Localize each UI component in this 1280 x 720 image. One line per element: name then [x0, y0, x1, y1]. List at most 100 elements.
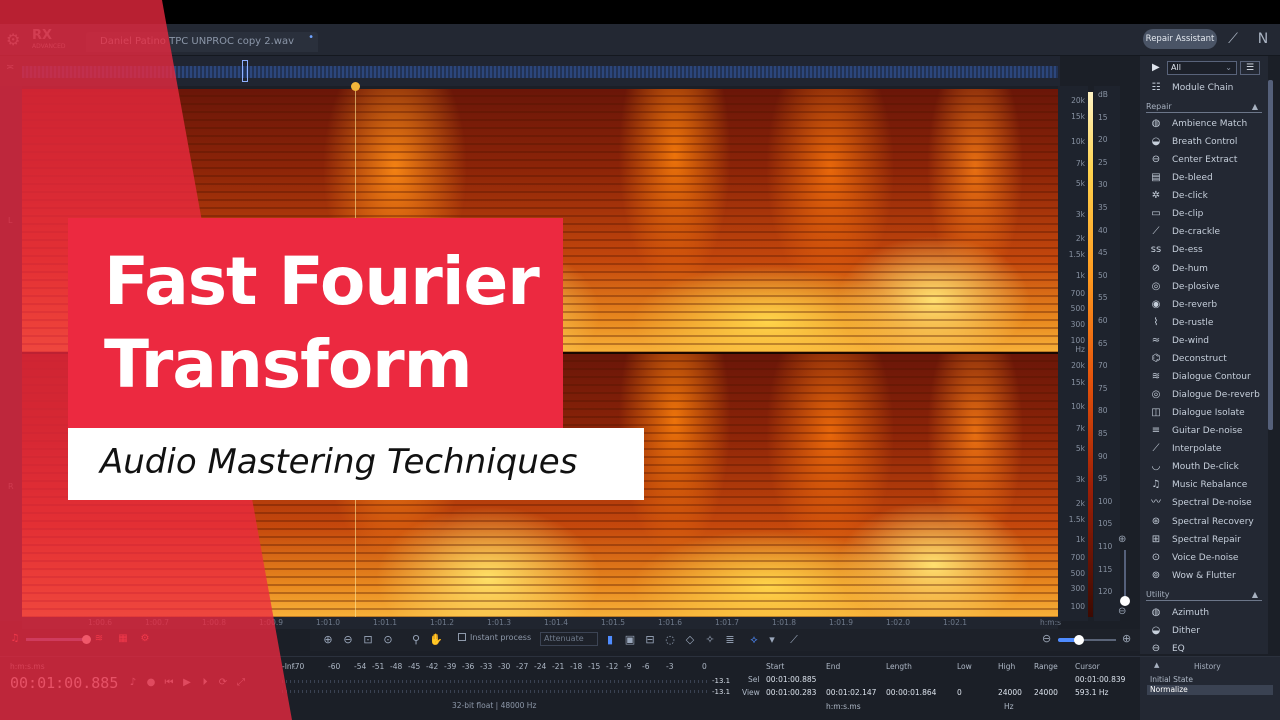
module-item-de-hum[interactable]: ⊘ De-hum [1146, 260, 1266, 278]
module-item-deconstruct[interactable]: ⌬ Deconstruct [1146, 350, 1266, 368]
view-length-value[interactable]: 00:00:01.864 [886, 688, 936, 697]
module-item-music-rebalance[interactable]: ♫ Music Rebalance [1146, 476, 1266, 494]
repair-section-header[interactable]: Repair ▲ [1146, 101, 1262, 113]
rewind-icon[interactable]: ⏮ [162, 676, 176, 690]
hand-tool-icon[interactable]: ✋ [428, 632, 444, 648]
find-similar-icon[interactable]: ⟡ [746, 632, 762, 648]
module-item-interpolate[interactable]: ⟋ Interpolate [1146, 440, 1266, 458]
time-frequency-selection-icon[interactable]: ▣ [622, 632, 638, 648]
spectrogram-mode-icon[interactable]: ▦ [116, 632, 130, 646]
record-icon[interactable]: ● [144, 676, 158, 690]
module-item-center-extract[interactable]: ⊖ Center Extract [1146, 151, 1266, 169]
module-item-de-crackle[interactable]: ⟋ De-crackle [1146, 223, 1266, 241]
module-item-dialogue-de-reverb[interactable]: ◎ Dialogue De-reverb [1146, 386, 1266, 404]
module-item-voice-de-noise[interactable]: ⊙ Voice De-noise [1146, 549, 1266, 567]
module-filter-select[interactable]: All ⌄ [1167, 61, 1237, 75]
zoom-fit-icon[interactable]: ⊙ [380, 632, 396, 648]
panel-menu-icon[interactable]: ☰ [1240, 61, 1260, 75]
waveform-overview[interactable] [0, 56, 1060, 86]
vertical-zoom-knob[interactable] [1120, 596, 1130, 606]
history-item-normalize[interactable]: Normalize [1147, 685, 1273, 695]
db-scale[interactable]: dB 15 20 25 30 35 40 45 50 55 60 65 70 75 80 85 90 95 100 1… [1094, 86, 1120, 621]
magnify-icon[interactable]: ⚲ [408, 632, 424, 648]
preview-play-icon[interactable]: ▶ [1152, 62, 1162, 74]
play-icon[interactable]: ▶ [180, 676, 194, 690]
module-item-de-reverb[interactable]: ◉ De-reverb [1146, 296, 1266, 314]
zoom-selection-icon[interactable]: ⊡ [360, 632, 376, 648]
loop-icon[interactable]: ⟳ [216, 676, 230, 690]
horizontal-zoom-in-icon[interactable]: ⊕ [1122, 632, 1131, 645]
playback-gain-knob[interactable] [82, 635, 91, 644]
instant-process-mode-select[interactable]: Attenuate [540, 632, 598, 646]
zoom-out-icon[interactable]: ⊖ [340, 632, 356, 648]
waveform-mode-icon[interactable]: ≋ [92, 632, 106, 646]
de-clip-icon: ▭ [1151, 208, 1161, 220]
time-ruler[interactable]: 1:00.6 1:00.7 1:00.8 1:00.9 1:01.0 1:01.1 1:01… [22, 617, 1061, 629]
module-item-spectral-repair[interactable]: ⊞ Spectral Repair [1146, 531, 1266, 549]
panel-scrollbar[interactable] [1268, 80, 1273, 430]
settings-icon[interactable]: ⚙ [138, 632, 152, 646]
brush-selection-icon[interactable]: ◌ [662, 632, 678, 648]
sel-start-value[interactable]: 00:01:00.885 [766, 675, 816, 684]
module-item-de-wind[interactable]: ≈ De-wind [1146, 332, 1266, 350]
module-item-guitar-de-noise[interactable]: ≡ Guitar De-noise [1146, 422, 1266, 440]
view-end-value[interactable]: 00:01:02.147 [826, 688, 876, 697]
vertical-zoom-track[interactable] [1124, 550, 1126, 600]
playback-gain-slider[interactable] [26, 638, 88, 641]
module-item-de-bleed[interactable]: ▤ De-bleed [1146, 169, 1266, 187]
vertical-zoom[interactable]: ⊕ ⊖ [1118, 500, 1132, 620]
high-value[interactable]: 24000 [998, 688, 1022, 697]
horizontal-zoom[interactable]: ⊖ ⊕ [1040, 632, 1136, 648]
frequency-selection-icon[interactable]: ⊟ [642, 632, 658, 648]
overview-view-rectangle[interactable] [242, 60, 248, 82]
magic-wand-icon[interactable]: ✧ [702, 632, 718, 648]
checkbox-box[interactable] [458, 633, 466, 641]
module-item-ambience-match[interactable]: ◍ Ambience Match [1146, 115, 1266, 133]
low-value[interactable]: 0 [957, 688, 962, 697]
file-tab[interactable]: Daniel Patino TPC UNPROC copy 2.wav • [86, 32, 318, 52]
module-label: Dialogue Isolate [1172, 408, 1245, 419]
view-start-value[interactable]: 00:01:00.283 [766, 688, 816, 697]
play-selection-icon[interactable]: ⏵ [198, 676, 212, 690]
horizontal-zoom-out-icon[interactable]: ⊖ [1042, 632, 1051, 645]
time-selection-icon[interactable]: ▮ [602, 632, 618, 648]
module-item-de-click[interactable]: ✲ De-click [1146, 187, 1266, 205]
range-value[interactable]: 24000 [1034, 688, 1058, 697]
collapse-overview-icon[interactable]: ≍ [6, 62, 14, 73]
module-item-azimuth[interactable]: ◍ Azimuth [1146, 604, 1266, 622]
history-collapse-icon[interactable]: ▲ [1154, 661, 1159, 669]
module-chain-item[interactable]: ☷ Module Chain [1146, 79, 1266, 97]
module-item-dither[interactable]: ◒ Dither [1146, 622, 1266, 640]
lasso-selection-icon[interactable]: ◇ [682, 632, 698, 648]
ni-logo-icon[interactable]: Ν [1252, 28, 1274, 50]
module-item-de-rustle[interactable]: ⌇ De-rustle [1146, 314, 1266, 332]
headphone-icon[interactable]: ♫ [8, 632, 22, 646]
module-item-de-ess[interactable]: ss De-ess [1146, 241, 1266, 259]
module-item-dialogue-contour[interactable]: ≋ Dialogue Contour [1146, 368, 1266, 386]
repair-assistant-button[interactable]: Repair Assistant [1143, 29, 1217, 49]
vertical-zoom-in-icon[interactable]: ⊕ [1118, 534, 1126, 545]
module-item-de-plosive[interactable]: ◎ De-plosive [1146, 278, 1266, 296]
module-item-breath-control[interactable]: ◒ Breath Control [1146, 133, 1266, 151]
signal-path-icon[interactable]: ⟋ [1222, 28, 1244, 50]
fullscreen-icon[interactable]: ⤢ [234, 676, 248, 690]
module-item-de-clip[interactable]: ▭ De-clip [1146, 205, 1266, 223]
zoom-in-icon[interactable]: ⊕ [320, 632, 336, 648]
module-item-mouth-de-click[interactable]: ◡ Mouth De-click [1146, 458, 1266, 476]
spectrum-analyzer-icon[interactable]: ⟋ [786, 632, 802, 648]
history-item-initial-state[interactable]: Initial State [1147, 675, 1273, 685]
instant-process-checkbox[interactable]: Instant process [458, 633, 531, 642]
playhead-handle[interactable] [351, 82, 360, 91]
headphones-icon[interactable]: ♪ [126, 676, 140, 690]
harmonic-selection-icon[interactable]: ≣ [722, 632, 738, 648]
module-item-dialogue-isolate[interactable]: ◫ Dialogue Isolate [1146, 404, 1266, 422]
utility-section-header[interactable]: Utility ▲ [1146, 589, 1262, 601]
frequency-scale[interactable]: 20k 15k 10k 7k 5k 3k 2k 1.5k 1k 700 500 300 100 Hz 20k… [1058, 86, 1088, 621]
tool-options-chevron-icon[interactable]: ▾ [764, 632, 780, 648]
module-item-spectral-de-noise[interactable]: 〰 Spectral De-noise [1146, 494, 1266, 512]
horizontal-zoom-knob[interactable] [1074, 635, 1084, 645]
module-item-wow-flutter[interactable]: ⊚ Wow & Flutter [1146, 567, 1266, 585]
timecode-format-label[interactable]: h:m:s.ms [10, 662, 45, 671]
module-item-spectral-recovery[interactable]: ⊛ Spectral Recovery [1146, 513, 1266, 531]
vertical-zoom-out-icon[interactable]: ⊖ [1118, 606, 1126, 617]
